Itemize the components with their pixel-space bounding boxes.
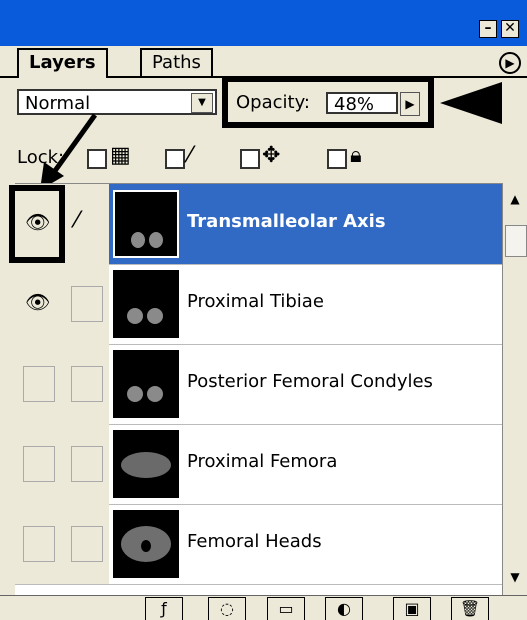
- empty-link-box: [71, 526, 103, 562]
- layer-thumbnail: [113, 430, 179, 498]
- layer-name: Proximal Tibiae: [187, 291, 324, 312]
- layer-row[interactable]: Posterior Femoral Condyles: [15, 344, 502, 425]
- empty-visibility-box: [23, 446, 55, 482]
- layer-thumbnail: [113, 510, 179, 578]
- lock-position-checkbox[interactable]: [240, 149, 260, 169]
- layer-name: Femoral Heads: [187, 531, 322, 552]
- layer-row[interactable]: Femoral Heads: [15, 504, 502, 585]
- link-cell[interactable]: [63, 264, 109, 344]
- layer-row[interactable]: 👁︎ Proximal Tibiae: [15, 264, 502, 345]
- eye-icon[interactable]: 👁︎: [25, 290, 50, 314]
- new-set-button[interactable]: ▭: [267, 597, 305, 620]
- new-layer-button[interactable]: ▣: [393, 597, 431, 620]
- lock-row: Lock: ▦ ⁄ ✥ 🔒︎: [0, 135, 527, 183]
- scroll-down-icon[interactable]: ▼: [505, 567, 525, 587]
- layer-thumbnail: [113, 350, 179, 418]
- scroll-up-icon[interactable]: ▲: [505, 189, 525, 209]
- transparency-icon: ▦: [110, 143, 131, 168]
- lock-all-checkbox[interactable]: [327, 149, 347, 169]
- empty-visibility-box: [23, 366, 55, 402]
- visibility-cell[interactable]: [15, 344, 63, 424]
- layer-thumbnail: [113, 270, 179, 338]
- link-cell[interactable]: ⁄: [63, 184, 109, 264]
- lock-icon: 🔒︎: [350, 143, 362, 168]
- layer-name: Posterior Femoral Condyles: [187, 371, 433, 392]
- brush-icon: ⁄: [75, 208, 79, 233]
- adjustment-layer-button[interactable]: ◐: [325, 597, 363, 620]
- layer-name: Transmalleolar Axis: [187, 211, 386, 232]
- add-mask-button[interactable]: ◌: [208, 597, 246, 620]
- visibility-cell[interactable]: [15, 504, 63, 584]
- visibility-cell[interactable]: [15, 424, 63, 504]
- layer-row[interactable]: Proximal Femora: [15, 424, 502, 505]
- layer-thumbnail: [113, 190, 179, 258]
- brush-icon: ⁄: [188, 143, 192, 168]
- empty-link-box: [71, 366, 103, 402]
- lock-image-checkbox[interactable]: [165, 149, 185, 169]
- layers-panel: – ✕ Layers Paths ▶ Normal ▼ Opacity: 48%…: [0, 0, 527, 620]
- empty-link-box: [71, 286, 103, 322]
- scrollbar[interactable]: ▲ ▼: [502, 183, 527, 595]
- link-cell[interactable]: [63, 504, 109, 584]
- delete-layer-button[interactable]: 🗑︎: [451, 597, 489, 620]
- lock-transparency-checkbox[interactable]: [87, 149, 107, 169]
- move-icon: ✥: [262, 143, 281, 168]
- visibility-highlight-frame: [9, 185, 65, 263]
- visibility-cell[interactable]: 👁︎: [15, 264, 63, 344]
- layers-list: 👁︎ ⁄ Transmalleolar Axis 👁︎ Proximal Tib…: [15, 183, 502, 596]
- empty-link-box: [71, 446, 103, 482]
- link-cell[interactable]: [63, 344, 109, 424]
- layer-row[interactable]: 👁︎ ⁄ Transmalleolar Axis: [15, 184, 502, 265]
- lock-label: Lock:: [17, 147, 65, 168]
- empty-visibility-box: [23, 526, 55, 562]
- footer-toolbar: ƒ ◌ ▭ ◐ ▣ 🗑︎: [0, 595, 527, 620]
- tab-layers[interactable]: Layers: [17, 48, 108, 78]
- layer-style-button[interactable]: ƒ: [145, 597, 183, 620]
- layer-name: Proximal Femora: [187, 451, 338, 472]
- opacity-pointer-arrow: [440, 82, 502, 124]
- link-cell[interactable]: [63, 424, 109, 504]
- scroll-thumb[interactable]: [505, 225, 527, 257]
